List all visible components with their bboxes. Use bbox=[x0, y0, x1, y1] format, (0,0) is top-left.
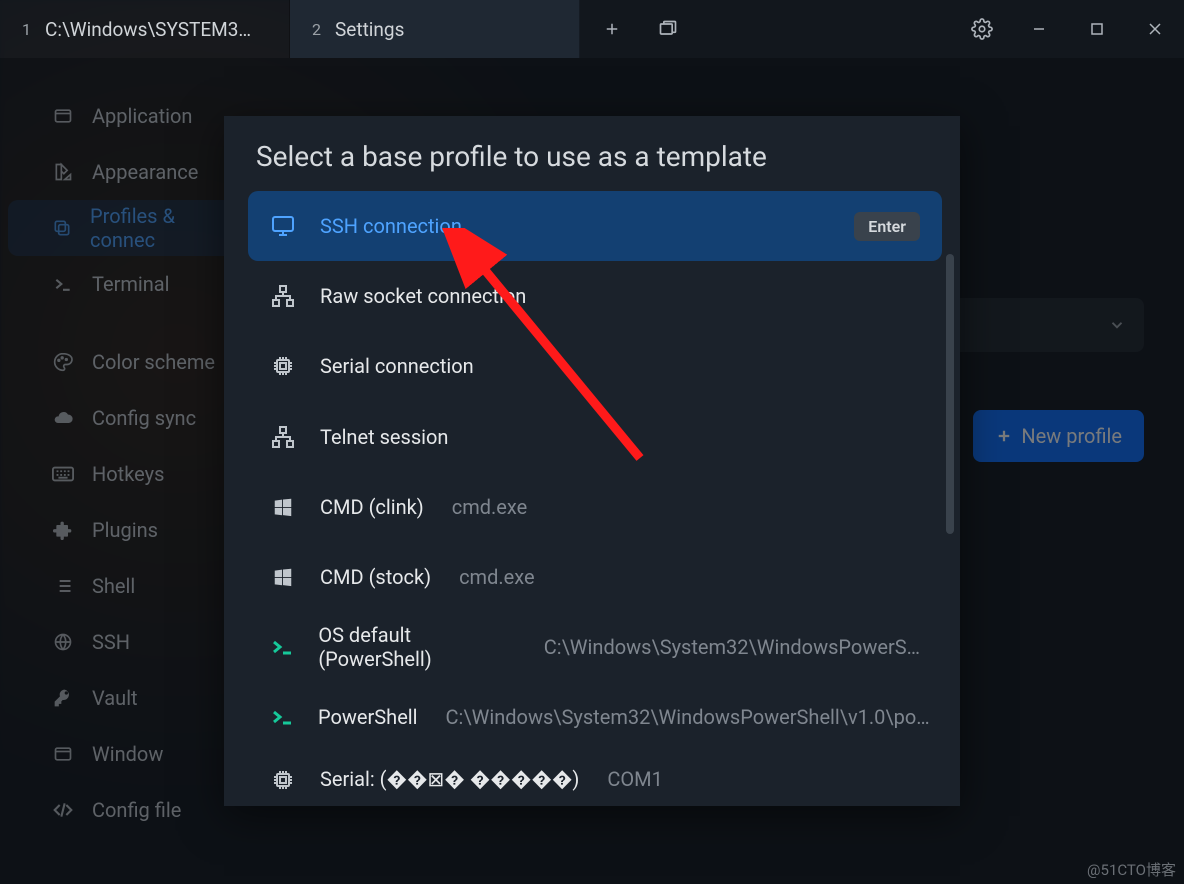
tab-index: 2 bbox=[312, 20, 321, 39]
tab-label: C:\Windows\SYSTEM3… bbox=[45, 18, 251, 41]
profile-option-sublabel: cmd.exe bbox=[459, 565, 535, 589]
window-minimize-button[interactable] bbox=[1010, 0, 1068, 58]
profile-option-osdefault[interactable]: OS default (PowerShell) C:\Windows\Syste… bbox=[248, 612, 942, 682]
scrollbar-thumb[interactable] bbox=[946, 254, 954, 534]
profile-option-label: CMD (stock) bbox=[320, 565, 431, 589]
modal-title: Select a base profile to use as a templa… bbox=[224, 116, 960, 191]
enter-key-hint: Enter bbox=[854, 212, 920, 241]
profile-option-powershell[interactable]: PowerShell C:\Windows\System32\WindowsPo… bbox=[248, 682, 942, 752]
profile-option-label: Serial connection bbox=[320, 354, 474, 378]
profile-option-label: PowerShell bbox=[318, 705, 418, 729]
profile-option-rawsocket[interactable]: Raw socket connection bbox=[248, 261, 942, 331]
profile-option-cmdclink[interactable]: CMD (clink) cmd.exe bbox=[248, 472, 942, 542]
profile-option-serial[interactable]: Serial connection bbox=[248, 331, 942, 401]
modal-scrollbar[interactable] bbox=[946, 254, 954, 806]
network-icon bbox=[270, 283, 296, 309]
profile-option-label: CMD (clink) bbox=[320, 495, 424, 519]
windows-logo-icon bbox=[270, 494, 296, 520]
windows-icon bbox=[658, 19, 678, 39]
profile-option-sublabel: C:\Windows\System32\WindowsPowerShell\v1… bbox=[446, 705, 930, 729]
profile-template-modal: Select a base profile to use as a templa… bbox=[224, 116, 960, 806]
chip-icon bbox=[270, 767, 296, 793]
network-icon bbox=[270, 424, 296, 450]
windows-list-button[interactable] bbox=[640, 0, 696, 58]
prompt-icon bbox=[270, 704, 294, 730]
watermark: @51CTO博客 bbox=[1087, 859, 1176, 880]
maximize-icon bbox=[1090, 22, 1104, 36]
tab-label: Settings bbox=[335, 18, 404, 41]
monitor-icon bbox=[270, 213, 296, 239]
close-icon bbox=[1148, 22, 1162, 36]
minimize-icon bbox=[1032, 22, 1046, 36]
gear-icon bbox=[971, 18, 993, 40]
prompt-icon bbox=[270, 634, 294, 660]
tab-terminal[interactable]: 1 C:\Windows\SYSTEM3… bbox=[0, 0, 290, 58]
windows-logo-icon bbox=[270, 564, 296, 590]
tab-settings[interactable]: 2 Settings bbox=[290, 0, 580, 58]
profile-option-label: SSH connection bbox=[320, 214, 462, 238]
profile-option-label: Raw socket connection bbox=[320, 284, 526, 308]
profile-option-label: OS default (PowerShell) bbox=[318, 623, 515, 671]
new-tab-button[interactable] bbox=[584, 0, 640, 58]
settings-gear-button[interactable] bbox=[954, 0, 1010, 58]
profile-option-label: Telnet session bbox=[320, 425, 448, 449]
profile-template-list: SSH connection Enter Raw socket connecti… bbox=[224, 191, 960, 806]
profile-option-telnet[interactable]: Telnet session bbox=[248, 402, 942, 472]
chip-icon bbox=[270, 353, 296, 379]
profile-option-serialcom1[interactable]: Serial: (��⊠� �����) COM1 bbox=[248, 753, 942, 807]
profile-option-label: Serial: (��⊠� �����) bbox=[320, 767, 579, 791]
tab-index: 1 bbox=[22, 20, 31, 39]
window-close-button[interactable] bbox=[1126, 0, 1184, 58]
profile-option-sublabel: C:\Windows\System32\WindowsPowerS… bbox=[544, 635, 920, 659]
profile-option-sublabel: COM1 bbox=[607, 767, 662, 791]
window-maximize-button[interactable] bbox=[1068, 0, 1126, 58]
profile-option-ssh[interactable]: SSH connection Enter bbox=[248, 191, 942, 261]
plus-icon bbox=[603, 20, 621, 38]
profile-option-cmdstock[interactable]: CMD (stock) cmd.exe bbox=[248, 542, 942, 612]
titlebar: 1 C:\Windows\SYSTEM3… 2 Settings bbox=[0, 0, 1184, 58]
profile-option-sublabel: cmd.exe bbox=[452, 495, 528, 519]
